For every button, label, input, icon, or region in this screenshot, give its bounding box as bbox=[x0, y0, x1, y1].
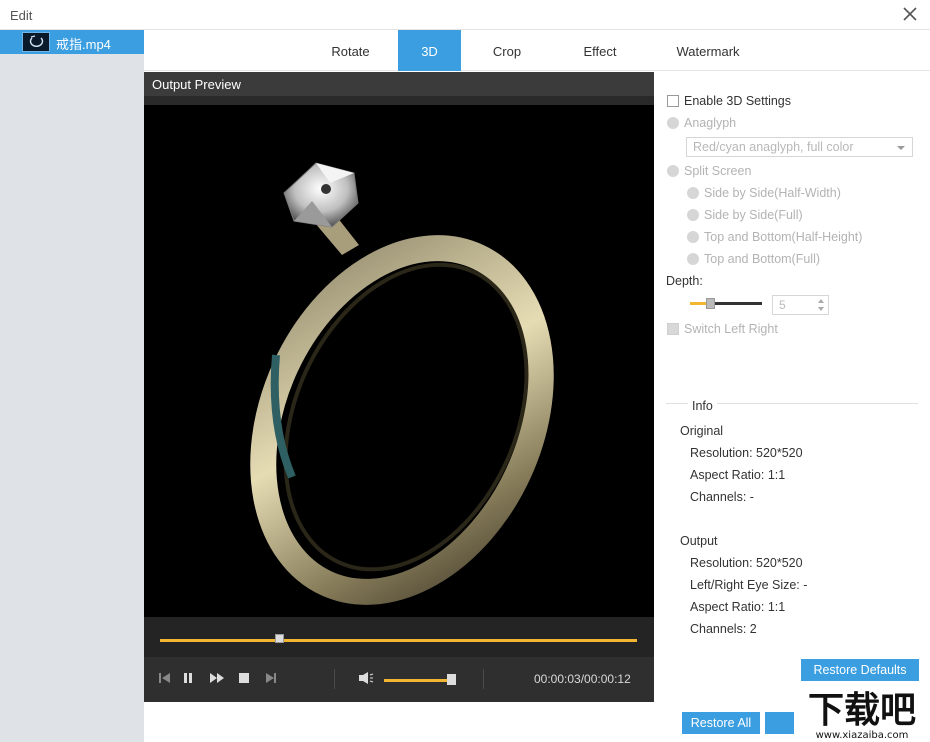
split-option-label: Side by Side(Half-Width) bbox=[704, 186, 841, 200]
switch-left-right-label: Switch Left Right bbox=[684, 322, 778, 336]
svg-text:下载吧: 下载吧 bbox=[808, 690, 916, 731]
preview-strip bbox=[144, 96, 654, 105]
depth-stepper[interactable]: 5 bbox=[772, 295, 829, 315]
3d-settings-panel: Enable 3D Settings Anaglyph Red/cyan ana… bbox=[654, 72, 930, 702]
split-option-label: Side by Side(Full) bbox=[704, 208, 803, 222]
file-name: 戒指.mp4 bbox=[56, 37, 111, 52]
output-eye-size: Left/Right Eye Size: - bbox=[690, 578, 808, 592]
depth-handle[interactable] bbox=[706, 298, 715, 309]
skip-forward-icon[interactable] bbox=[262, 670, 280, 686]
split-option-radio[interactable] bbox=[687, 231, 699, 243]
seek-bar-area bbox=[144, 617, 654, 657]
preview-header: Output Preview bbox=[144, 72, 654, 96]
original-resolution: Resolution: 520*520 bbox=[690, 446, 803, 460]
output-preview: Output Preview 00:00:03/00:00:12 bbox=[144, 72, 654, 702]
chevron-down-icon[interactable] bbox=[818, 307, 824, 311]
volume-slider[interactable] bbox=[384, 679, 454, 682]
ring-image bbox=[250, 162, 554, 605]
file-item[interactable]: 戒指.mp4 bbox=[0, 30, 144, 54]
seek-bar[interactable] bbox=[160, 639, 637, 642]
stop-icon[interactable] bbox=[235, 670, 253, 686]
chevron-up-icon[interactable] bbox=[818, 299, 824, 303]
anaglyph-label: Anaglyph bbox=[684, 116, 737, 130]
info-title: Info bbox=[688, 399, 717, 413]
tab-watermark[interactable]: Watermark bbox=[647, 30, 769, 71]
tab-crop[interactable]: Crop bbox=[461, 30, 553, 71]
split-option-radio[interactable] bbox=[687, 253, 699, 265]
split-option-label: Top and Bottom(Half-Height) bbox=[704, 230, 863, 244]
fast-forward-icon[interactable] bbox=[208, 670, 226, 686]
output-resolution: Resolution: 520*520 bbox=[690, 556, 803, 570]
file-list: 戒指.mp4 bbox=[0, 30, 144, 742]
tab-3d[interactable]: 3D bbox=[398, 30, 461, 71]
divider bbox=[334, 669, 335, 689]
tab-effect[interactable]: Effect bbox=[553, 30, 647, 71]
split-option-label: Top and Bottom(Full) bbox=[704, 252, 821, 266]
edit-tabs: Rotate 3D Crop Effect Watermark bbox=[144, 30, 930, 71]
enable-3d-checkbox[interactable] bbox=[667, 95, 679, 107]
original-title: Original bbox=[680, 424, 724, 438]
video-frame bbox=[144, 105, 654, 617]
split-option-radio[interactable] bbox=[687, 209, 699, 221]
original-channels: Channels: - bbox=[690, 490, 754, 504]
split-screen-label: Split Screen bbox=[684, 164, 752, 178]
svg-text:www.xiazaiba.com: www.xiazaiba.com bbox=[816, 730, 909, 741]
pause-icon[interactable] bbox=[179, 670, 197, 686]
anaglyph-select-value: Red/cyan anaglyph, full color bbox=[693, 140, 854, 154]
split-option-radio[interactable] bbox=[687, 187, 699, 199]
timecode: 00:00:03/00:00:12 bbox=[534, 672, 631, 686]
output-channels: Channels: 2 bbox=[690, 622, 757, 636]
anaglyph-radio[interactable] bbox=[667, 117, 679, 129]
tab-rotate[interactable]: Rotate bbox=[302, 30, 399, 71]
output-aspect-ratio: Aspect Ratio: 1:1 bbox=[690, 600, 786, 614]
original-aspect-ratio: Aspect Ratio: 1:1 bbox=[690, 468, 786, 482]
restore-defaults-button[interactable]: Restore Defaults bbox=[801, 659, 919, 681]
player-controls: 00:00:03/00:00:12 bbox=[144, 657, 654, 702]
anaglyph-select[interactable]: Red/cyan anaglyph, full color bbox=[686, 137, 913, 157]
switch-left-right-checkbox[interactable] bbox=[667, 323, 679, 335]
output-title: Output bbox=[680, 534, 718, 548]
close-icon[interactable] bbox=[902, 5, 918, 23]
volume-handle[interactable] bbox=[446, 674, 456, 685]
video-thumbnail bbox=[22, 32, 50, 52]
title-bar: Edit bbox=[0, 0, 930, 30]
site-watermark-logo: 下载吧 www.xiazaiba.com bbox=[794, 686, 930, 742]
chevron-down-icon bbox=[897, 146, 905, 150]
seek-handle[interactable] bbox=[275, 634, 285, 643]
window-title: Edit bbox=[10, 8, 33, 23]
skip-back-icon[interactable] bbox=[156, 670, 174, 686]
split-screen-radio[interactable] bbox=[667, 165, 679, 177]
depth-label: Depth: bbox=[666, 274, 703, 288]
volume-icon[interactable] bbox=[357, 670, 375, 686]
divider bbox=[483, 669, 484, 689]
depth-value: 5 bbox=[779, 298, 786, 312]
restore-all-button[interactable]: Restore All bbox=[682, 712, 760, 734]
enable-3d-label: Enable 3D Settings bbox=[684, 94, 792, 108]
